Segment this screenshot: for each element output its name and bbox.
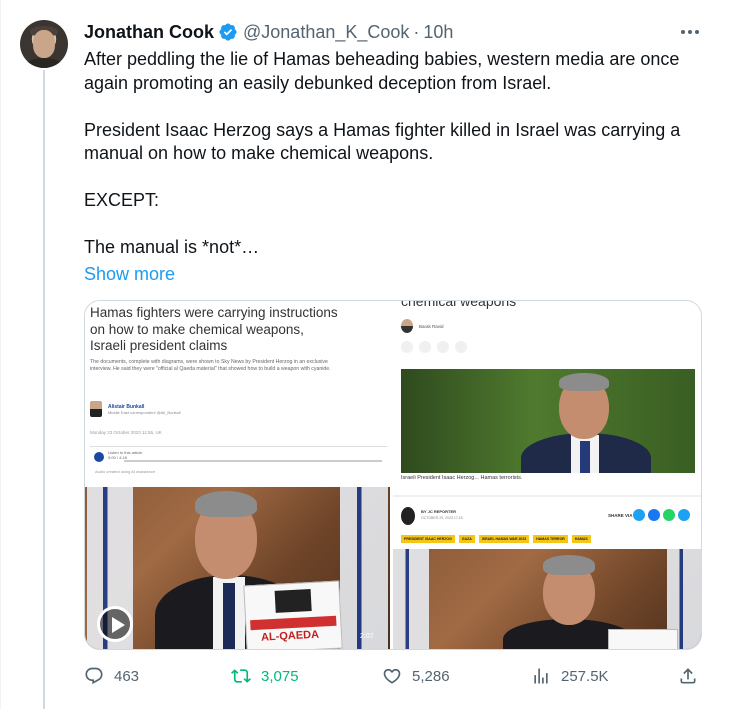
views-button[interactable]: 257.5K bbox=[531, 664, 609, 688]
media-left-screenshot[interactable]: Hamas fighters were carrying instruction… bbox=[85, 301, 390, 649]
right-separator bbox=[393, 495, 701, 497]
right-caption: Israeli President Isaac Herzog... Hamas … bbox=[401, 475, 523, 481]
email-share-icon bbox=[678, 509, 690, 521]
photo-tie bbox=[580, 441, 590, 473]
tweet-line: manual on how to make chemical weapons. bbox=[84, 143, 434, 163]
email-icon bbox=[455, 341, 467, 353]
right-social-icons bbox=[401, 341, 467, 353]
byline-date: OCTOBER 23, 2023 17:18 bbox=[421, 516, 463, 520]
doc-black-block bbox=[274, 589, 312, 613]
tag: HAMAS TERROR bbox=[533, 535, 568, 543]
share-icon bbox=[680, 668, 696, 684]
tweet-header: Jonathan Cook @Jonathan_K_Cook · 10h bbox=[84, 20, 453, 44]
audio-credit: Audio created using AI assistance bbox=[95, 469, 156, 474]
avatar-body bbox=[24, 58, 64, 68]
action-bar: 463 3,075 5,286 257.5K bbox=[84, 664, 702, 688]
verified-badge-icon[interactable] bbox=[218, 22, 238, 42]
dot-1 bbox=[681, 30, 685, 34]
person-hair bbox=[195, 491, 257, 517]
tag-list: PRESIDENT ISAAC HERZOG GAZA ISRAEL HAMAS… bbox=[401, 535, 591, 543]
thread-line bbox=[43, 70, 45, 709]
article-body: The documents, complete with diagrams, w… bbox=[90, 359, 331, 372]
herzog-photo bbox=[401, 369, 695, 473]
reply-button[interactable]: 463 bbox=[84, 664, 139, 688]
tag: PRESIDENT ISAAC HERZOG bbox=[401, 535, 455, 543]
retweet-count: 3,075 bbox=[261, 667, 299, 685]
like-count: 5,286 bbox=[412, 667, 450, 685]
right-author-name: Barak Ravid bbox=[419, 323, 444, 329]
dot-3 bbox=[695, 30, 699, 34]
views-count: 257.5K bbox=[561, 667, 609, 685]
linkedin-icon bbox=[437, 341, 449, 353]
video-duration: 2:07 bbox=[360, 633, 374, 640]
tweet-text: After peddling the lie of Hamas beheadin… bbox=[84, 48, 704, 260]
reply-count: 463 bbox=[114, 667, 140, 685]
facebook-share-icon bbox=[648, 509, 660, 521]
twitter-icon bbox=[419, 341, 431, 353]
retweet-button[interactable]: 3,075 bbox=[231, 664, 299, 688]
photo-hair bbox=[559, 373, 609, 391]
tweet-line-gap bbox=[84, 166, 704, 190]
avatar-face bbox=[33, 30, 55, 58]
person-hair-2 bbox=[543, 555, 595, 575]
twitter-share-icon bbox=[633, 509, 645, 521]
heart-icon bbox=[383, 668, 401, 684]
more-dots-icon[interactable] bbox=[678, 22, 702, 42]
audio-player: Listen to this article 0:00 / 4:18 Audio… bbox=[90, 446, 387, 476]
flag-right bbox=[340, 487, 388, 649]
separator: · bbox=[413, 21, 420, 42]
byline: BY JC REPORTER bbox=[421, 509, 457, 514]
show-more-link[interactable]: Show more bbox=[84, 264, 175, 285]
tweet-line: After peddling the lie of Hamas beheadin… bbox=[84, 49, 680, 69]
document: AL-QAEDA bbox=[243, 580, 343, 649]
article-headline: Hamas fighters were carrying instruction… bbox=[90, 305, 338, 353]
tag: GAZA bbox=[458, 535, 475, 543]
tie bbox=[223, 583, 235, 649]
author-role: Middle East correspondent @Ali_Bunkall bbox=[108, 409, 181, 415]
tag: ISRAEL HAMAS WAR 2023 bbox=[478, 535, 530, 543]
audio-play-icon bbox=[94, 452, 104, 462]
document-2 bbox=[608, 629, 678, 649]
views-chart-icon bbox=[534, 668, 548, 684]
share-label: SHARE VIA bbox=[608, 513, 633, 518]
avatar[interactable] bbox=[20, 20, 68, 68]
tweet-line: The manual is *not*… bbox=[84, 237, 260, 257]
tweet-line: EXCEPT: bbox=[84, 190, 160, 210]
timestamp[interactable]: 10h bbox=[423, 22, 453, 43]
dot-2 bbox=[688, 30, 692, 34]
handle[interactable]: @Jonathan_K_Cook bbox=[243, 22, 409, 43]
like-button[interactable]: 5,286 bbox=[382, 664, 450, 688]
tweet-line-gap bbox=[84, 95, 704, 119]
doc-text: AL-QAEDA bbox=[260, 628, 320, 644]
media-right-screenshot[interactable]: chemical weapons Barak Ravid Israeli Pre… bbox=[393, 301, 701, 649]
tweet-line: President Isaac Herzog says a Hamas figh… bbox=[84, 119, 681, 140]
tweet-line-gap bbox=[84, 213, 704, 237]
flag-left-2 bbox=[393, 549, 429, 649]
right-author-photo bbox=[401, 319, 413, 333]
whatsapp-share-icon bbox=[663, 509, 675, 521]
share-button[interactable] bbox=[678, 664, 708, 688]
article-date: Monday 23 October 2023 11:55, UK bbox=[90, 430, 162, 435]
doc-red-bar bbox=[250, 615, 337, 631]
author-row: Alistair Bunkall Middle East corresponde… bbox=[90, 401, 181, 417]
right-author-row: Barak Ravid bbox=[401, 319, 444, 333]
audio-label: Listen to this article 0:00 / 4:18 bbox=[108, 450, 142, 460]
share-icons bbox=[633, 509, 690, 521]
byline-avatar bbox=[401, 507, 415, 525]
reply-icon bbox=[85, 667, 103, 685]
display-name[interactable]: Jonathan Cook bbox=[84, 22, 214, 43]
tag: HAMAS bbox=[571, 535, 591, 543]
right-heading: chemical weapons bbox=[401, 301, 517, 309]
tweet-line: again promoting an easily debunked decep… bbox=[84, 72, 552, 93]
facebook-icon bbox=[401, 341, 413, 353]
media-grid[interactable]: Hamas fighters were carrying instruction… bbox=[84, 300, 702, 650]
author-photo bbox=[90, 401, 102, 417]
timeline-border bbox=[0, 0, 1, 709]
audio-progress-bar bbox=[124, 460, 382, 462]
retweet-icon bbox=[231, 669, 251, 683]
play-icon[interactable] bbox=[97, 606, 133, 642]
video-thumbnail-right bbox=[393, 549, 701, 649]
